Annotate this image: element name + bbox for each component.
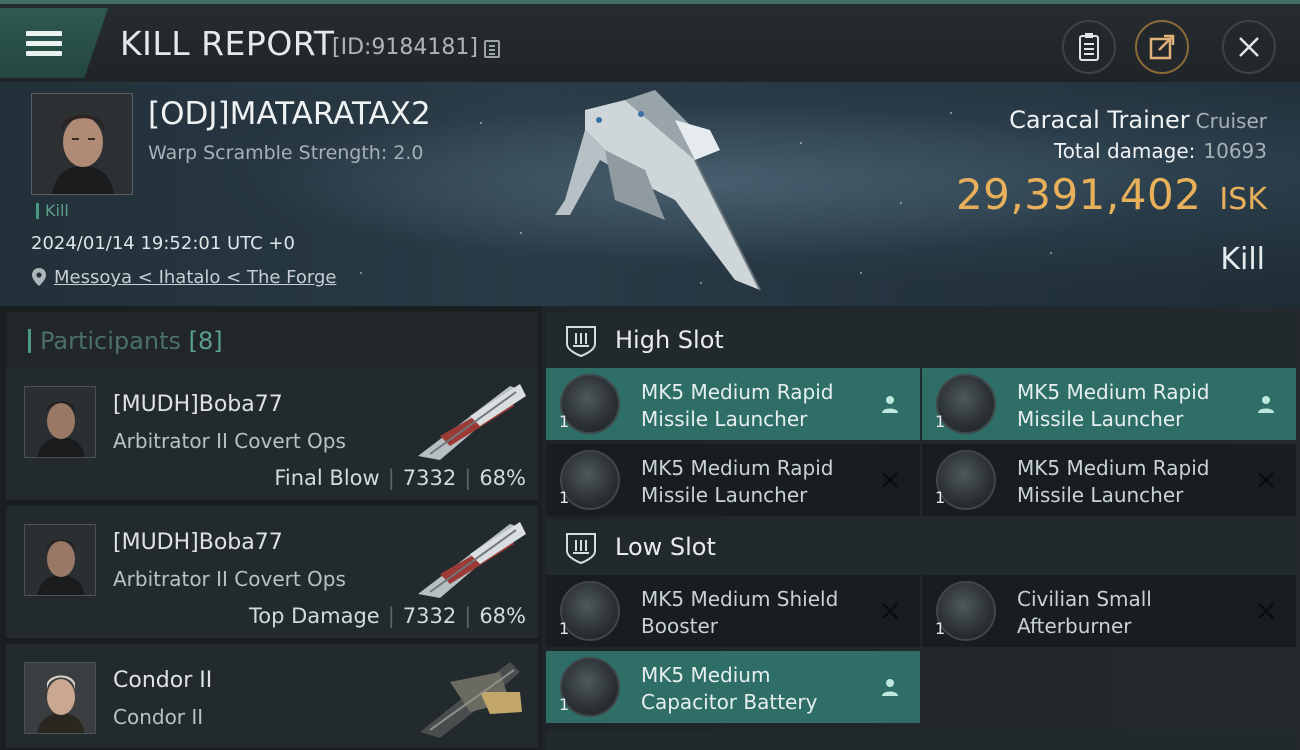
participant-damage: 7332	[402, 604, 457, 628]
participant-tag: Top Damage	[248, 604, 380, 628]
total-damage-label: Total damage:	[1053, 139, 1196, 163]
victim-summary: [ODJ]MATARATAX2 Warp Scramble Strength: …	[0, 82, 1300, 306]
isk-value-line: 29,391,402 ISK	[956, 170, 1267, 219]
clipboard-button[interactable]	[1062, 20, 1116, 74]
participant-row[interactable]: [MUDH]Boba77 Arbitrator II Covert Ops Fi…	[6, 368, 538, 502]
participant-avatar[interactable]	[24, 524, 96, 596]
participants-header: Participants [8]	[6, 312, 538, 370]
module-name: Civilian Small Afterburner	[1017, 587, 1152, 638]
close-icon	[1239, 37, 1259, 57]
module-name: MK5 Medium Shield Booster	[641, 587, 839, 638]
victim-ship-image	[555, 90, 761, 291]
participant-stats: Top Damage | 7332 | 68%	[248, 604, 526, 628]
page-title: KILL REPORT	[120, 24, 335, 63]
x-icon	[1258, 472, 1274, 488]
participant-ship-image	[418, 522, 526, 598]
module-name: MK5 Medium Rapid Missile Launcher	[1017, 380, 1210, 431]
victim-avatar[interactable]	[31, 93, 133, 195]
x-icon	[882, 603, 898, 619]
module-name: MK5 Medium Capacitor Battery	[641, 663, 818, 714]
module-item[interactable]: 1 MK5 Medium Rapid Missile Launcher	[922, 444, 1296, 516]
participant-ship-image	[418, 384, 526, 460]
high-slot-header: High Slot	[546, 312, 1296, 370]
fitting-panel: High Slot 1 MK5 Medium Rapid Missile Laun…	[542, 306, 1300, 750]
participant-row[interactable]: Condor II Condor II	[6, 644, 538, 750]
person-icon	[882, 679, 898, 696]
hamburger-icon	[26, 26, 62, 61]
module-item[interactable]: 1 MK5 Medium Shield Booster	[546, 575, 920, 647]
slot-shield-icon	[566, 533, 596, 565]
module-quantity: 1	[935, 488, 946, 507]
share-button[interactable]	[1135, 20, 1189, 74]
victim-name[interactable]: [ODJ]MATARATAX2	[148, 96, 431, 132]
x-icon	[882, 472, 898, 488]
module-quantity: 1	[559, 412, 570, 431]
module-quantity: 1	[559, 695, 570, 714]
person-icon	[1258, 396, 1274, 413]
participant-tag: Final Blow	[274, 466, 380, 490]
share-icon	[1149, 34, 1175, 60]
module-name: MK5 Medium Rapid Missile Launcher	[641, 380, 834, 431]
menu-button[interactable]	[0, 8, 108, 78]
slot-shield-icon	[566, 326, 596, 358]
participant-avatar[interactable]	[24, 662, 96, 734]
isk-value: 29,391,402	[955, 170, 1202, 219]
warp-scramble-strength: Warp Scramble Strength: 2.0	[148, 142, 424, 164]
participant-ship: Arbitrator II Covert Ops	[113, 567, 346, 591]
result-label: Kill	[1220, 242, 1265, 277]
mid-slot-header	[546, 730, 1296, 750]
participant-damage: 7332	[402, 466, 457, 490]
close-button[interactable]	[1222, 20, 1276, 74]
module-item[interactable]: 1 MK5 Medium Rapid Missile Launcher	[546, 444, 920, 516]
module-quantity: 1	[559, 488, 570, 507]
copy-icon[interactable]	[484, 40, 500, 58]
isk-unit: ISK	[1219, 182, 1267, 217]
x-icon	[1258, 603, 1274, 619]
clipboard-icon	[1079, 33, 1099, 61]
participant-stats: Final Blow | 7332 | 68%	[274, 466, 526, 490]
accent-bar	[28, 329, 31, 353]
module-item[interactable]: 1 Civilian Small Afterburner	[922, 575, 1296, 647]
module-name: MK5 Medium Rapid Missile Launcher	[1017, 456, 1210, 507]
participants-title: Participants [8]	[40, 327, 223, 355]
module-name: MK5 Medium Rapid Missile Launcher	[641, 456, 834, 507]
victim-ship-line: Caracal Trainer Cruiser	[1009, 106, 1267, 134]
participant-percent: 68%	[479, 466, 526, 490]
participant-row[interactable]: [MUDH]Boba77 Arbitrator II Covert Ops To…	[6, 506, 538, 640]
module-item[interactable]: 1 MK5 Medium Rapid Missile Launcher	[922, 368, 1296, 440]
kill-datetime: 2024/01/14 19:52:01 UTC +0	[31, 233, 295, 254]
module-item[interactable]: 1 MK5 Medium Capacitor Battery	[546, 651, 920, 723]
person-icon	[882, 396, 898, 413]
total-damage-line: Total damage: 10693	[1054, 139, 1267, 163]
kill-tag: Kill	[36, 203, 69, 219]
high-slot-label: High Slot	[615, 326, 724, 354]
participant-name[interactable]: Condor II	[113, 668, 212, 693]
report-id: [ID:9184181]	[332, 35, 478, 60]
module-item[interactable]: 1 MK5 Medium Rapid Missile Launcher	[546, 368, 920, 440]
participant-ship-image	[420, 662, 522, 738]
participant-percent: 68%	[479, 604, 526, 628]
victim-ship-class: Cruiser	[1195, 109, 1267, 133]
participant-ship: Arbitrator II Covert Ops	[113, 429, 346, 453]
participants-panel: Participants [8] [MUDH]Boba77 Arbitrator…	[0, 306, 542, 750]
participant-avatar[interactable]	[24, 386, 96, 458]
module-quantity: 1	[559, 619, 570, 638]
kill-location-link[interactable]: Messoya < Ihatalo < The Forge	[54, 267, 336, 288]
low-slot-header: Low Slot	[546, 519, 1296, 577]
participant-ship: Condor II	[113, 705, 204, 729]
participants-label: Participants	[40, 327, 181, 355]
total-damage-value: 10693	[1203, 139, 1267, 163]
low-slot-label: Low Slot	[615, 533, 716, 561]
victim-ship-name[interactable]: Caracal Trainer	[1009, 106, 1189, 134]
module-quantity: 1	[935, 412, 946, 431]
top-bar: KILL REPORT [ID:9184181]	[0, 0, 1300, 82]
participants-count: [8]	[188, 327, 223, 355]
location-pin-icon	[32, 268, 46, 286]
participant-name[interactable]: [MUDH]Boba77	[113, 392, 283, 417]
participant-name[interactable]: [MUDH]Boba77	[113, 530, 283, 555]
module-quantity: 1	[935, 619, 946, 638]
